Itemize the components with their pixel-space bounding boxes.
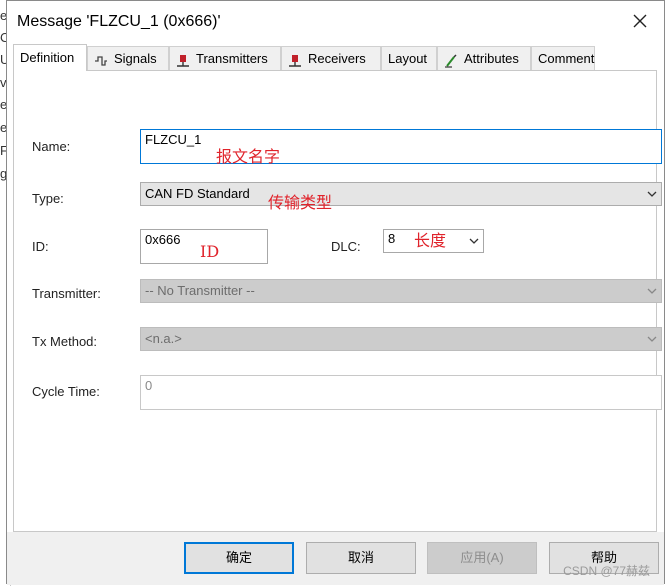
ok-button[interactable]: 确定	[184, 542, 294, 574]
txmethod-label: Tx Method:	[32, 334, 98, 349]
transmitter-value: -- No Transmitter --	[145, 283, 255, 298]
name-annotation: 报文名字	[216, 147, 281, 166]
id-annotation: ID	[200, 242, 220, 261]
receiver-icon	[288, 52, 302, 67]
tab-label: Comment	[538, 51, 595, 66]
type-annotation: 传输类型	[268, 193, 333, 212]
type-value: CAN FD Standard	[145, 186, 250, 201]
cycle-time-value: 0	[145, 378, 153, 393]
transmitter-label: Transmitter:	[32, 286, 101, 301]
tab-receivers[interactable]: Receivers	[281, 46, 381, 70]
txmethod-dropdown: <n.a.>	[140, 327, 662, 351]
dlc-value: 8	[388, 231, 396, 246]
window-title: Message 'FLZCU_1 (0x666)'	[17, 13, 221, 30]
tab-signals[interactable]: Signals	[87, 46, 169, 70]
name-value: FLZCU_1	[145, 132, 202, 147]
tab-definition[interactable]: Definition	[13, 44, 87, 71]
id-value: 0x666	[145, 232, 181, 247]
tab-transmitters[interactable]: Transmitters	[169, 46, 281, 70]
message-dialog: Message 'FLZCU_1 (0x666)' Definition Sig…	[6, 0, 665, 585]
tab-label: Attributes	[464, 51, 519, 66]
tab-label: Definition	[20, 50, 75, 65]
signals-icon	[94, 52, 108, 66]
chevron-down-icon	[645, 280, 659, 302]
txmethod-value: <n.a.>	[145, 331, 182, 346]
cancel-button[interactable]: 取消	[306, 542, 416, 574]
definition-panel: Name: FLZCU_1 报文名字 Type: CAN FD Standard…	[13, 70, 662, 532]
tab-label: Receivers	[308, 51, 366, 66]
chevron-down-icon	[467, 230, 481, 255]
cycle-time-label: Cycle Time:	[32, 384, 100, 399]
watermark: CSDN @77赫兹	[563, 564, 650, 578]
tab-attributes[interactable]: Attributes	[437, 46, 531, 70]
tab-layout[interactable]: Layout	[381, 46, 437, 70]
tab-label: Layout	[388, 51, 428, 66]
tab-comment[interactable]: Comment	[531, 46, 595, 70]
chevron-down-icon	[645, 183, 659, 205]
type-label: Type:	[32, 191, 64, 206]
transmitter-icon	[176, 52, 190, 67]
attributes-icon	[444, 52, 458, 68]
button-bar: 确定 取消 应用(A) 帮助 CSDN @77赫兹	[7, 532, 664, 585]
id-label: ID:	[32, 239, 49, 254]
tab-strip: Definition Signals Transmitters Receiver…	[13, 44, 663, 71]
close-icon[interactable]	[630, 11, 650, 31]
apply-button: 应用(A)	[427, 542, 537, 574]
title-bar: Message 'FLZCU_1 (0x666)'	[7, 1, 664, 43]
tab-label: Transmitters	[196, 51, 268, 66]
name-label: Name:	[32, 139, 71, 154]
dlc-annotation: 长度	[414, 231, 447, 250]
dlc-label: DLC:	[331, 239, 361, 254]
chevron-down-icon	[645, 328, 659, 350]
transmitter-dropdown: -- No Transmitter --	[140, 279, 662, 303]
cycle-time-field[interactable]: 0	[140, 375, 662, 410]
tab-label: Signals	[114, 51, 157, 66]
type-dropdown[interactable]: CAN FD Standard	[140, 182, 662, 206]
